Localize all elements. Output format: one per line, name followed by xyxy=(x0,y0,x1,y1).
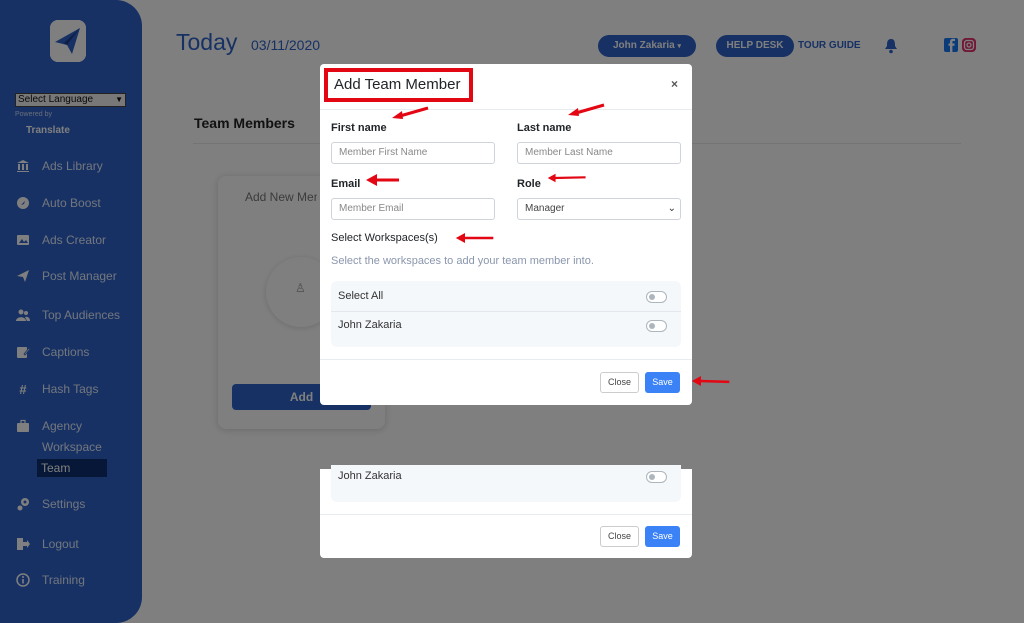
annotation-arrow xyxy=(691,376,730,386)
workspaces-title: Select Workspaces(s) xyxy=(331,232,438,244)
add-team-member-modal: Add Team Member × First name Member Firs… xyxy=(320,64,692,405)
workspace-row-label: Select All xyxy=(338,290,384,302)
close-icon[interactable]: × xyxy=(671,77,678,91)
annotation-arrow xyxy=(547,173,586,183)
divider xyxy=(331,311,681,312)
workspaces-description: Select the workspaces to add your team m… xyxy=(331,255,594,267)
email-field[interactable]: Member Email xyxy=(331,198,495,220)
workspace-row-label: John Zakaria xyxy=(338,470,402,482)
modal-header-divider xyxy=(320,109,692,110)
close-button[interactable]: Close xyxy=(600,372,639,393)
workspace-row-label: John Zakaria xyxy=(338,319,402,331)
workspace-toggle[interactable] xyxy=(646,320,667,332)
first-name-label: First name xyxy=(331,122,387,134)
email-label: Email xyxy=(331,178,361,190)
modal-footer-divider xyxy=(320,514,692,515)
annotation-arrow xyxy=(392,106,429,119)
annotation-arrow xyxy=(455,233,494,243)
chevron-down-icon: ⌄ xyxy=(667,203,676,214)
last-name-field[interactable]: Member Last Name xyxy=(517,142,681,164)
save-button[interactable]: Save xyxy=(645,526,680,547)
close-button[interactable]: Close xyxy=(600,526,639,547)
annotation-arrow xyxy=(568,103,605,116)
workspace-toggle[interactable] xyxy=(646,471,667,483)
save-button[interactable]: Save xyxy=(645,372,680,393)
role-select-value: Manager xyxy=(525,203,565,214)
select-all-toggle[interactable] xyxy=(646,291,667,303)
modal-footer-divider xyxy=(320,359,692,360)
first-name-field[interactable]: Member First Name xyxy=(331,142,495,164)
role-label: Role xyxy=(517,178,541,190)
last-name-label: Last name xyxy=(517,122,572,134)
workspace-list: Select All John Zakaria xyxy=(331,281,681,347)
role-select[interactable]: Manager ⌄ xyxy=(517,198,681,220)
annotation-arrow xyxy=(366,174,399,186)
workspace-list: John Zakaria xyxy=(331,465,681,502)
modal-title: Add Team Member xyxy=(324,68,473,102)
modal-ghost: John Zakaria Close Save xyxy=(320,465,692,558)
